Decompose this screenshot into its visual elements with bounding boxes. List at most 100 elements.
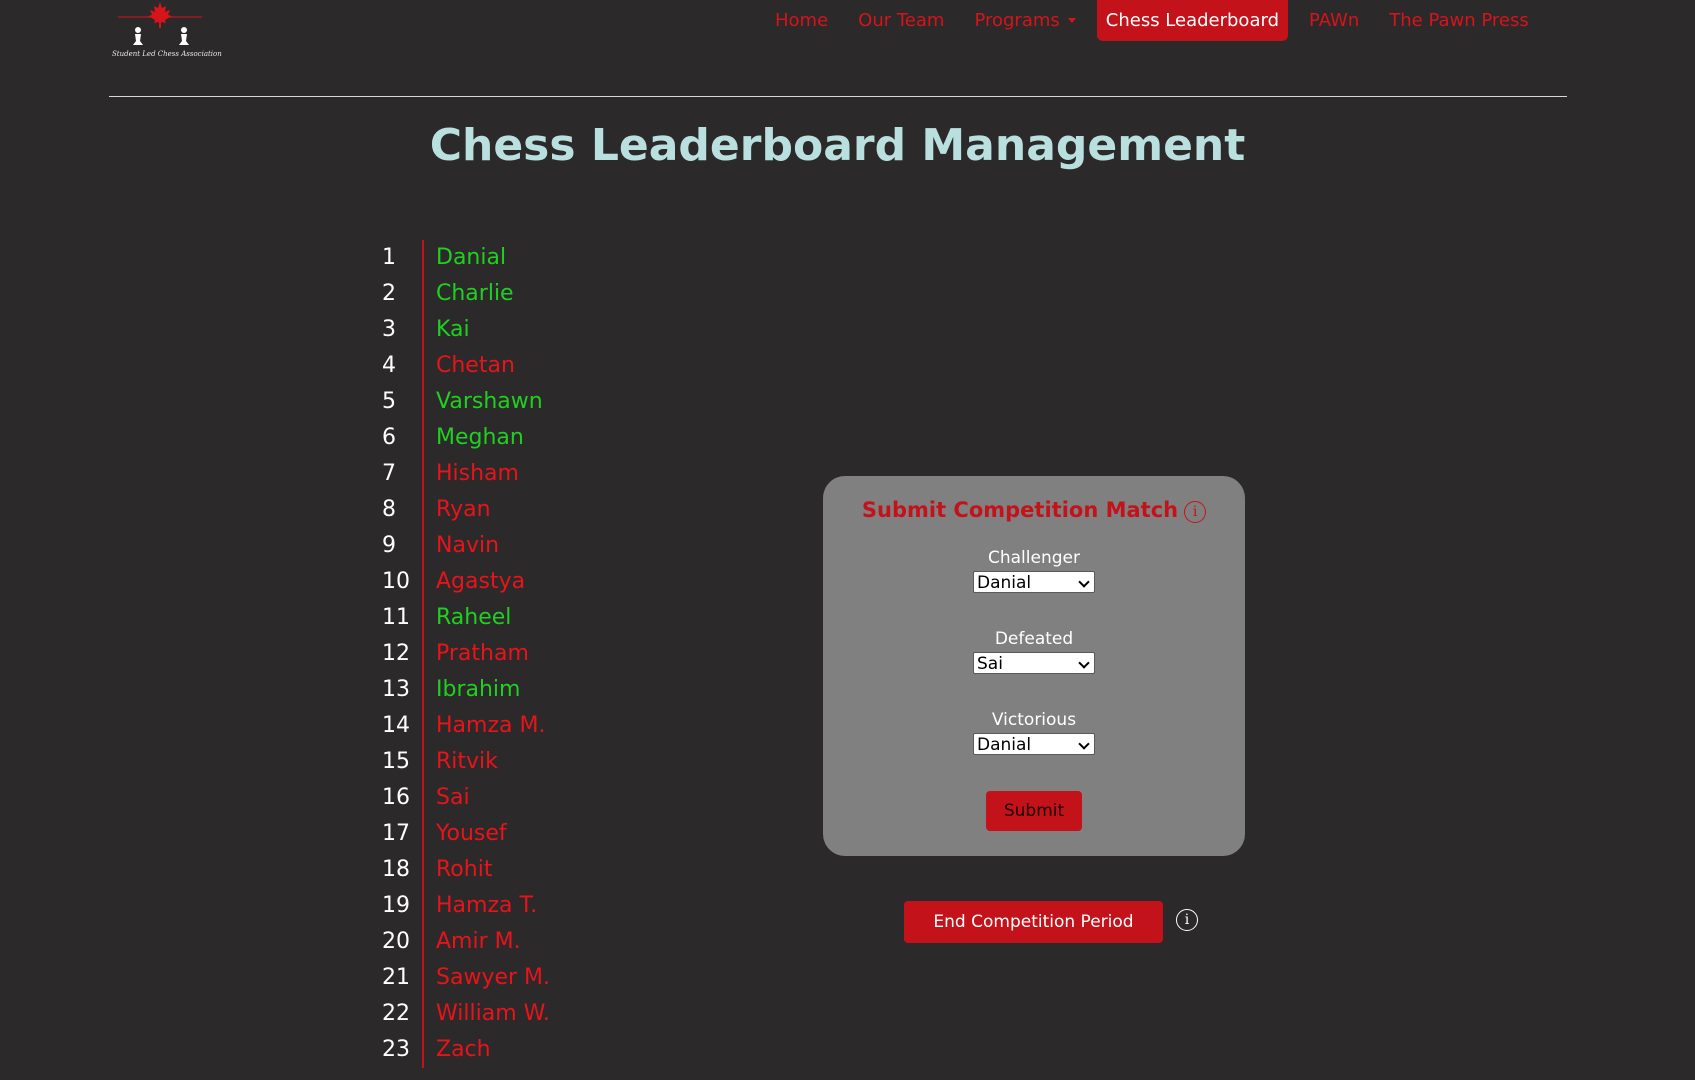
leaderboard-divider <box>422 888 424 924</box>
nav-our-team[interactable]: Our Team <box>849 0 953 41</box>
leaderboard-rank: 14 <box>382 713 410 738</box>
header-divider <box>109 96 1567 97</box>
nav-pawn-press[interactable]: The Pawn Press <box>1380 0 1538 41</box>
nav-home[interactable]: Home <box>766 0 837 41</box>
leaderboard-player-name: Kai <box>436 317 470 342</box>
leaderboard-divider <box>422 960 424 996</box>
challenger-label: Challenger <box>988 548 1080 568</box>
submit-match-title: Submit Competition Match i <box>823 498 1245 523</box>
leaderboard-rank: 4 <box>382 353 396 378</box>
page-title: Chess Leaderboard Management <box>429 120 1246 171</box>
leaderboard-divider <box>422 456 424 492</box>
leaderboard-rank: 22 <box>382 1001 410 1026</box>
leaderboard-player-name: Raheel <box>436 605 512 630</box>
leaderboard-rank: 2 <box>382 281 396 306</box>
leaderboard-divider <box>422 996 424 1032</box>
chevron-down-icon <box>1078 576 1090 588</box>
leaderboard-player-name: Charlie <box>436 281 514 306</box>
site-logo[interactable]: Student Led Chess Association <box>112 0 222 64</box>
leaderboard-rank: 5 <box>382 389 396 414</box>
leaderboard-player-name: Agastya <box>436 569 526 594</box>
submit-match-card: Submit Competition Match i Challenger Dan… <box>823 476 1245 856</box>
nav-programs-label: Programs <box>974 9 1060 31</box>
leaderboard-player-name: Ibrahim <box>436 677 521 702</box>
leaderboard-rank: 15 <box>382 749 410 774</box>
leaderboard-player-name: Sawyer M. <box>436 965 551 990</box>
nav-pawn-label: PAWn <box>1309 9 1360 31</box>
leaderboard-rank: 8 <box>382 497 396 522</box>
leaderboard-divider <box>422 708 424 744</box>
victorious-select[interactable]: Danial <box>973 733 1095 755</box>
nav-our-team-label: Our Team <box>858 9 945 31</box>
leaderboard-player-name: Chetan <box>436 353 515 378</box>
leaderboard-player-name: Zach <box>436 1037 491 1062</box>
leaderboard-player-name: Ryan <box>436 497 491 522</box>
leaderboard-rank: 20 <box>382 929 410 954</box>
leaderboard-player-name: Meghan <box>436 425 524 450</box>
leaderboard-divider <box>422 528 424 564</box>
logo-caption: Student Led Chess Association <box>112 50 222 58</box>
leaderboard-divider <box>422 1032 424 1068</box>
nav-pawn[interactable]: PAWn <box>1300 0 1368 41</box>
leaderboard-rank: 3 <box>382 317 396 342</box>
caret-down-icon <box>1067 18 1076 23</box>
leaderboard-divider <box>422 852 424 888</box>
leaderboard-divider <box>422 240 424 276</box>
nav-chess-leaderboard[interactable]: Chess Leaderboard <box>1096 0 1288 41</box>
leaderboard-rank: 21 <box>382 965 410 990</box>
leaderboard-rank: 23 <box>382 1037 410 1062</box>
victorious-field: Victorious Danial <box>823 710 1245 755</box>
submit-match-title-text: Submit Competition Match <box>861 498 1179 522</box>
leaderboard-rank: 1 <box>382 245 396 270</box>
leaderboard-rank: 7 <box>382 461 396 486</box>
leaderboard-divider <box>422 780 424 816</box>
nav-programs-dropdown[interactable]: Programs <box>965 0 1084 41</box>
site-header: Student Led Chess Association Home Our T… <box>0 0 1695 97</box>
leaderboard-divider <box>422 672 424 708</box>
leaderboard-rank: 17 <box>382 821 410 846</box>
leaderboard-rank: 11 <box>382 605 410 630</box>
challenger-select[interactable]: Danial <box>973 571 1095 593</box>
end-competition-info: i <box>1176 909 1198 931</box>
defeated-field: Defeated Sai <box>823 629 1245 674</box>
leaderboard-rank: 6 <box>382 425 396 450</box>
leaderboard-rank: 10 <box>382 569 410 594</box>
victorious-value: Danial <box>977 735 1032 755</box>
chevron-down-icon <box>1078 657 1090 669</box>
leaderboard-player-name: Ritvik <box>436 749 498 774</box>
leaderboard-divider <box>422 816 424 852</box>
defeated-value: Sai <box>977 654 1003 674</box>
chevron-down-icon <box>1078 738 1090 750</box>
leaderboard-player-name: Varshawn <box>436 389 543 414</box>
leaderboard-player-name: Hisham <box>436 461 519 486</box>
leaderboard-player-name: Danial <box>436 245 507 270</box>
leaderboard-divider <box>422 276 424 312</box>
leaderboard-divider <box>422 420 424 456</box>
nav-chess-leaderboard-label: Chess Leaderboard <box>1105 9 1279 31</box>
leaderboard-player-name: Rohit <box>436 857 493 882</box>
leaderboard-rank: 16 <box>382 785 410 810</box>
leaderboard-divider <box>422 564 424 600</box>
end-competition-button[interactable]: End Competition Period <box>904 901 1163 943</box>
info-icon[interactable]: i <box>1176 909 1198 931</box>
leaderboard-divider <box>422 312 424 348</box>
submit-button[interactable]: Submit <box>986 791 1082 831</box>
main-nav: Home Our Team Programs Chess Leaderboard… <box>760 0 1544 41</box>
leaderboard-divider <box>422 600 424 636</box>
info-icon[interactable]: i <box>1184 501 1207 523</box>
leaderboard-player-name: Navin <box>436 533 500 558</box>
leaderboard-divider <box>422 924 424 960</box>
leaderboard-player-name: Amir M. <box>436 929 521 954</box>
leaderboard-player-name: William W. <box>436 1001 550 1026</box>
challenger-value: Danial <box>977 573 1032 593</box>
leaderboard-divider <box>422 384 424 420</box>
leaderboard-rank: 12 <box>382 641 410 666</box>
leaderboard-divider <box>422 636 424 672</box>
leaderboard-player-name: Pratham <box>436 641 529 666</box>
defeated-select[interactable]: Sai <box>973 652 1095 674</box>
leaderboard-player-name: Hamza M. <box>436 713 546 738</box>
victorious-label: Victorious <box>991 710 1077 730</box>
leaderboard-player-name: Yousef <box>436 821 507 846</box>
leaderboard-player-name: Sai <box>436 785 470 810</box>
leaderboard-rank: 9 <box>382 533 396 558</box>
